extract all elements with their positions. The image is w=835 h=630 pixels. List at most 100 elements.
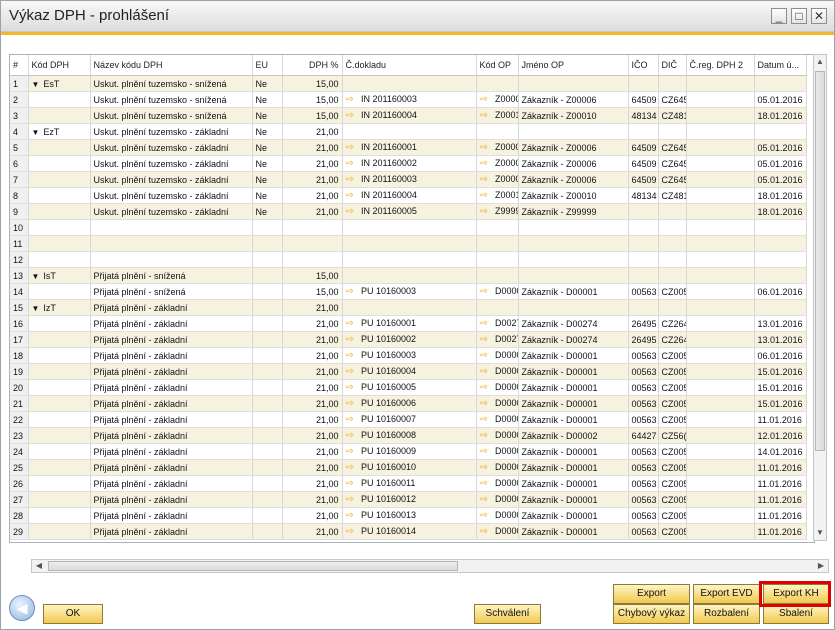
link-arrow-icon[interactable]: ⇨	[346, 510, 359, 521]
column-header[interactable]: Č.dokladu	[342, 55, 477, 76]
link-arrow-icon[interactable]: ⇨	[346, 414, 359, 425]
table-row[interactable]: 20 Přijatá plnění - základní 21,00 ⇨ PU 101…	[10, 379, 807, 396]
column-header[interactable]: Datum ú...	[754, 55, 807, 76]
vertical-scrollbar[interactable]: ▲ ▼	[813, 54, 827, 541]
link-arrow-icon[interactable]: ⇨	[346, 462, 359, 473]
table-row[interactable]: 16 Přijatá plnění - základní 21,00 ⇨ PU 101…	[10, 315, 807, 332]
column-header[interactable]: EU	[252, 55, 283, 76]
horizontal-scroll-thumb[interactable]	[48, 561, 458, 571]
link-arrow-icon[interactable]: ⇨	[346, 318, 359, 329]
column-header[interactable]: Jméno OP	[518, 55, 629, 76]
link-arrow-icon[interactable]: ⇨	[480, 382, 493, 393]
table-row[interactable]: 29 Přijatá plnění - základní 21,00 ⇨ PU 101…	[10, 523, 807, 540]
link-arrow-icon[interactable]: ⇨	[480, 286, 493, 297]
link-arrow-icon[interactable]: ⇨	[480, 414, 493, 425]
back-arrow-icon[interactable]: ◀	[9, 595, 35, 621]
column-header[interactable]: Kód DPH	[28, 55, 91, 76]
approval-button[interactable]: Schválení	[474, 604, 541, 624]
link-arrow-icon[interactable]: ⇨	[346, 382, 359, 393]
link-arrow-icon[interactable]: ⇨	[346, 366, 359, 377]
link-arrow-icon[interactable]: ⇨	[480, 526, 493, 537]
link-arrow-icon[interactable]: ⇨	[346, 190, 359, 201]
table-row[interactable]: 2 Uskut. plnění tuzemsko - snížená Ne 15,00…	[10, 91, 807, 108]
link-arrow-icon[interactable]: ⇨	[346, 206, 359, 217]
scroll-up-icon[interactable]: ▲	[814, 55, 826, 69]
table-row[interactable]: 6 Uskut. plnění tuzemsko - základní Ne 21,0…	[10, 155, 807, 172]
link-arrow-icon[interactable]: ⇨	[480, 462, 493, 473]
column-header[interactable]: Název kódu DPH	[90, 55, 253, 76]
column-header[interactable]: DIČ	[658, 55, 687, 76]
error-report-button[interactable]: Chybový výkaz	[613, 604, 690, 624]
export-evd-button[interactable]: Export EVD	[693, 584, 760, 604]
triangle-down-icon[interactable]: ▼	[32, 272, 40, 281]
table-row[interactable]: 25 Přijatá plnění - základní 21,00 ⇨ PU 101…	[10, 459, 807, 476]
maximize-button[interactable]: □	[791, 8, 807, 24]
table-row[interactable]: 21 Přijatá plnění - základní 21,00 ⇨ PU 101…	[10, 395, 807, 412]
column-header[interactable]: #	[10, 55, 29, 76]
table-row[interactable]: 11	[10, 235, 807, 252]
link-arrow-icon[interactable]: ⇨	[346, 494, 359, 505]
table-row[interactable]: 8 Uskut. plnění tuzemsko - základní Ne 21,0…	[10, 187, 807, 204]
table-row[interactable]: 12	[10, 251, 807, 268]
link-arrow-icon[interactable]: ⇨	[480, 430, 493, 441]
table-row[interactable]: 14 Přijatá plnění - snížená 15,00 ⇨ PU 1016…	[10, 283, 807, 300]
link-arrow-icon[interactable]: ⇨	[346, 286, 359, 297]
link-arrow-icon[interactable]: ⇨	[480, 334, 493, 345]
table-row[interactable]: 24 Přijatá plnění - základní 21,00 ⇨ PU 101…	[10, 443, 807, 460]
table-row[interactable]: 5 Uskut. plnění tuzemsko - základní Ne 21,0…	[10, 139, 807, 156]
table-row[interactable]: 3 Uskut. plnění tuzemsko - snížená Ne 15,00…	[10, 107, 807, 124]
expand-button[interactable]: Rozbalení	[693, 604, 760, 624]
scroll-down-icon[interactable]: ▼	[814, 526, 826, 540]
link-arrow-icon[interactable]: ⇨	[480, 190, 493, 201]
link-arrow-icon[interactable]: ⇨	[480, 94, 493, 105]
triangle-down-icon[interactable]: ▼	[32, 304, 40, 313]
link-arrow-icon[interactable]: ⇨	[346, 350, 359, 361]
horizontal-scrollbar[interactable]: ◀ ▶	[31, 559, 829, 573]
link-arrow-icon[interactable]: ⇨	[346, 526, 359, 537]
link-arrow-icon[interactable]: ⇨	[480, 446, 493, 457]
link-arrow-icon[interactable]: ⇨	[346, 398, 359, 409]
link-arrow-icon[interactable]: ⇨	[480, 494, 493, 505]
link-arrow-icon[interactable]: ⇨	[480, 478, 493, 489]
vertical-scroll-thumb[interactable]	[815, 71, 825, 451]
close-button[interactable]: ✕	[811, 8, 827, 24]
table-row[interactable]: 26 Přijatá plnění - základní 21,00 ⇨ PU 101…	[10, 475, 807, 492]
column-header[interactable]: Kód OP	[476, 55, 519, 76]
table-row[interactable]: 23 Přijatá plnění - základní 21,00 ⇨ PU 101…	[10, 427, 807, 444]
triangle-down-icon[interactable]: ▼	[32, 80, 40, 89]
table-row[interactable]: 10	[10, 219, 807, 236]
link-arrow-icon[interactable]: ⇨	[346, 94, 359, 105]
link-arrow-icon[interactable]: ⇨	[480, 318, 493, 329]
table-row[interactable]: 22 Přijatá plnění - základní 21,00 ⇨ PU 101…	[10, 411, 807, 428]
link-arrow-icon[interactable]: ⇨	[346, 142, 359, 153]
table-row[interactable]: 1 ▼ EsT Uskut. plnění tuzemsko - snížená Ne 1…	[10, 75, 807, 92]
table-row[interactable]: 28 Přijatá plnění - základní 21,00 ⇨ PU 101…	[10, 507, 807, 524]
table-row[interactable]: 13 ▼ IsT Přijatá plnění - snížená 15,00	[10, 267, 807, 284]
link-arrow-icon[interactable]: ⇨	[346, 446, 359, 457]
link-arrow-icon[interactable]: ⇨	[346, 478, 359, 489]
link-arrow-icon[interactable]: ⇨	[480, 398, 493, 409]
link-arrow-icon[interactable]: ⇨	[346, 110, 359, 121]
link-arrow-icon[interactable]: ⇨	[480, 510, 493, 521]
link-arrow-icon[interactable]: ⇨	[480, 142, 493, 153]
link-arrow-icon[interactable]: ⇨	[480, 366, 493, 377]
table-row[interactable]: 17 Přijatá plnění - základní 21,00 ⇨ PU 101…	[10, 331, 807, 348]
link-arrow-icon[interactable]: ⇨	[480, 206, 493, 217]
export-button[interactable]: Export	[613, 584, 690, 604]
table-row[interactable]: 15 ▼ IzT Přijatá plnění - základní 21,00	[10, 299, 807, 316]
link-arrow-icon[interactable]: ⇨	[480, 110, 493, 121]
scroll-left-icon[interactable]: ◀	[32, 560, 46, 572]
table-row[interactable]: 18 Přijatá plnění - základní 21,00 ⇨ PU 101…	[10, 347, 807, 364]
link-arrow-icon[interactable]: ⇨	[480, 350, 493, 361]
table-row[interactable]: 4 ▼ EzT Uskut. plnění tuzemsko - základní Ne…	[10, 123, 807, 140]
collapse-button[interactable]: Sbalení	[763, 604, 829, 624]
link-arrow-icon[interactable]: ⇨	[480, 158, 493, 169]
link-arrow-icon[interactable]: ⇨	[480, 174, 493, 185]
link-arrow-icon[interactable]: ⇨	[346, 430, 359, 441]
column-header[interactable]: Č.reg. DPH 2	[686, 55, 755, 76]
link-arrow-icon[interactable]: ⇨	[346, 158, 359, 169]
table-row[interactable]: 7 Uskut. plnění tuzemsko - základní Ne 21,0…	[10, 171, 807, 188]
column-header[interactable]: IČO	[628, 55, 659, 76]
table-row[interactable]: 9 Uskut. plnění tuzemsko - základní Ne 21,0…	[10, 203, 807, 220]
table-row[interactable]: 19 Přijatá plnění - základní 21,00 ⇨ PU 101…	[10, 363, 807, 380]
